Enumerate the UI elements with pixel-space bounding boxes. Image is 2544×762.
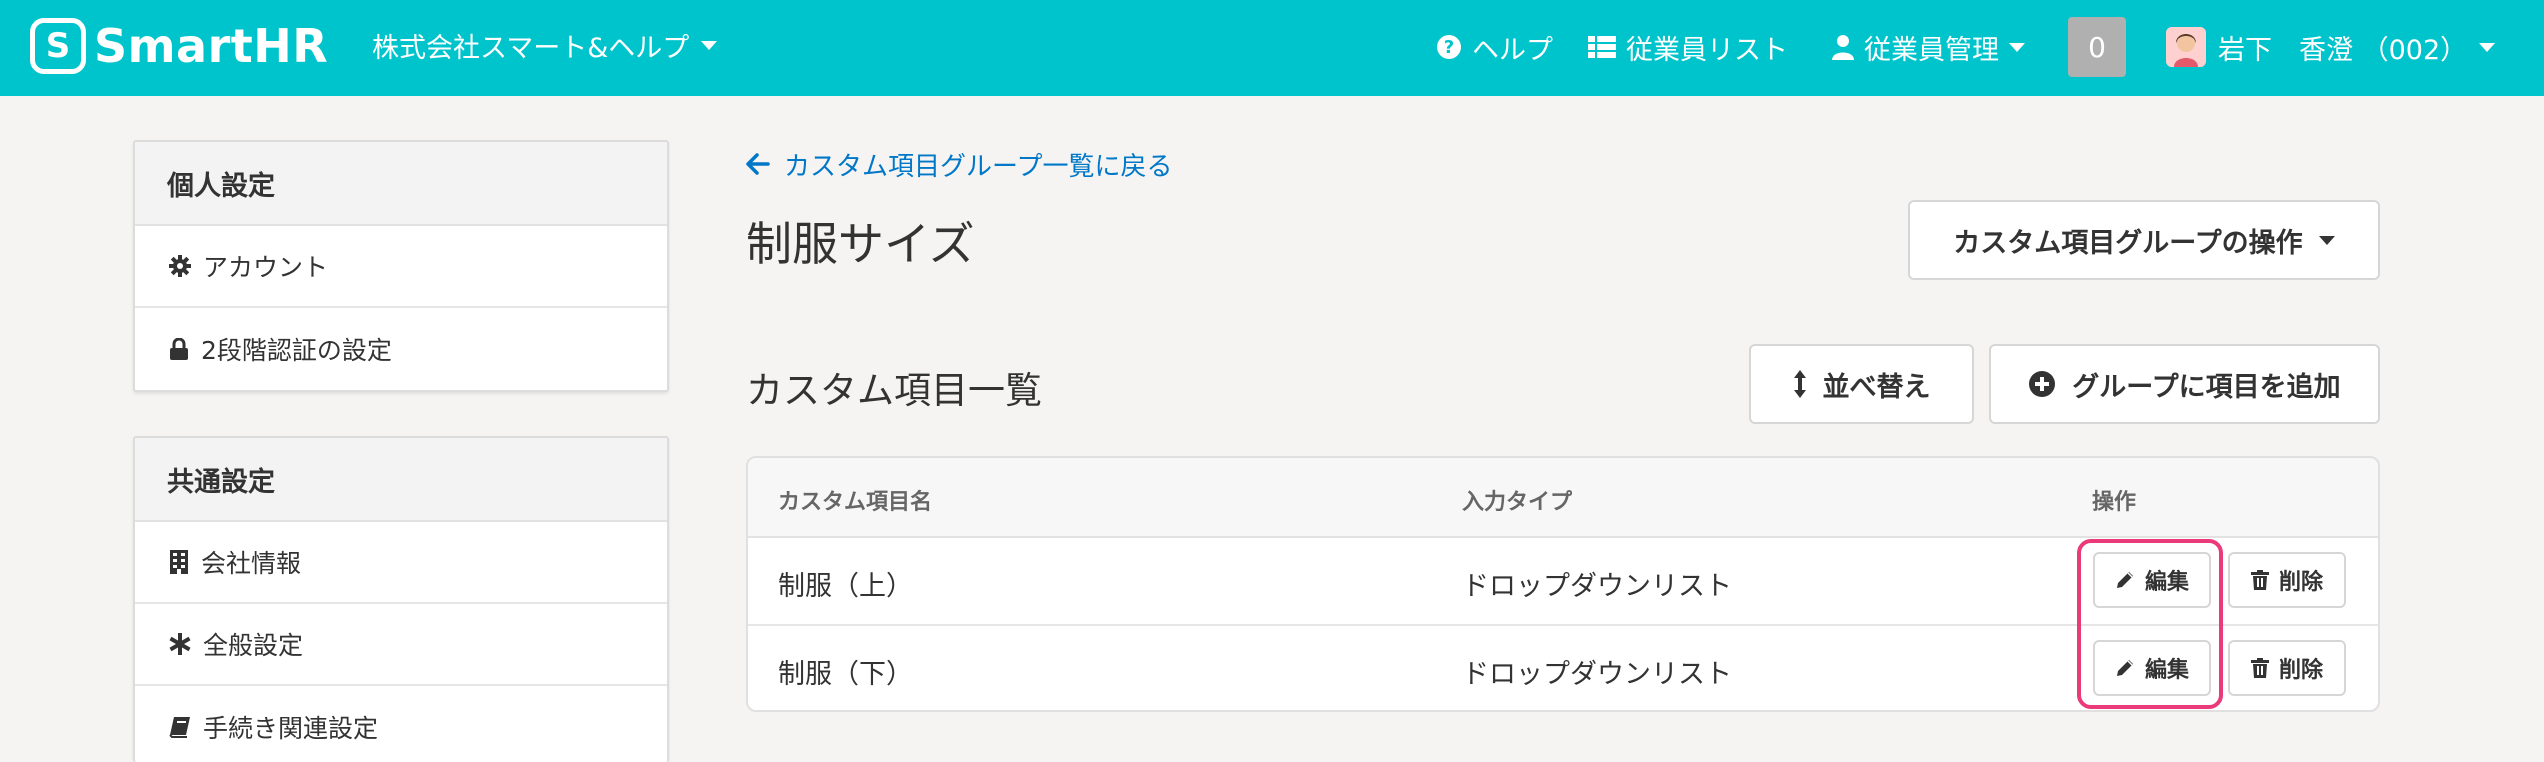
arrow-left-icon (746, 153, 770, 175)
book-icon (169, 717, 190, 738)
back-link-label: カスタム項目グループ一覧に戻る (784, 151, 1173, 182)
logo-mark-icon: S (30, 18, 86, 74)
table-row: 制服（下） ドロップダウンリスト 編集 削除 (748, 626, 2378, 710)
delete-label: 削除 (2278, 570, 2323, 595)
caret-down-icon (2318, 235, 2335, 245)
logo-text: SmartHR (94, 19, 329, 73)
question-circle-icon: ? (1437, 35, 1461, 59)
building-icon (170, 550, 188, 574)
plus-circle-icon (2029, 371, 2056, 397)
pencil-icon (2116, 572, 2133, 588)
edit-button[interactable]: 編集 (2093, 640, 2211, 696)
add-item-button-label: グループに項目を追加 (2072, 371, 2341, 403)
user-name: 岩下 香澄 （002） (2218, 34, 2468, 66)
common-settings-title: 共通設定 (135, 438, 667, 522)
nav-help-link[interactable]: ? ヘルプ (1436, 22, 1553, 72)
asterisk-icon (169, 633, 191, 655)
edit-button[interactable]: 編集 (2093, 552, 2211, 608)
caret-down-icon (701, 41, 718, 50)
column-header-type: 入力タイプ (1462, 490, 1573, 515)
common-settings-panel: 共通設定 会社情報 全般設定 手続き関連設定 (133, 436, 669, 762)
sidebar-item-label: 全般設定 (203, 631, 304, 660)
edit-label: 編集 (2144, 658, 2189, 683)
avatar (2166, 27, 2206, 67)
table-header: カスタム項目名 入力タイプ 操作 (748, 458, 2378, 538)
sidebar-item-two-factor[interactable]: 2段階認証の設定 (135, 308, 667, 390)
user-icon (1832, 35, 1854, 60)
group-operations-label: カスタム項目グループの操作 (1953, 227, 2303, 259)
nav-help-label: ヘルプ (1472, 34, 1553, 66)
delete-button[interactable]: 削除 (2228, 640, 2346, 696)
custom-items-table: カスタム項目名 入力タイプ 操作 制服（上） ドロップダウンリスト 編集 削除 … (746, 456, 2380, 712)
list-icon (1588, 36, 1616, 58)
delete-button[interactable]: 削除 (2228, 552, 2346, 608)
sidebar-item-company-info[interactable]: 会社情報 (135, 522, 667, 604)
company-selector[interactable]: 株式会社スマート&ヘルプ (372, 26, 718, 65)
sidebar-item-label: アカウント (203, 253, 329, 282)
notification-badge[interactable]: 0 (2068, 17, 2126, 77)
personal-settings-title: 個人設定 (135, 142, 667, 226)
item-name: 制服（下） (778, 659, 913, 690)
edit-label: 編集 (2144, 570, 2189, 595)
item-type: ドロップダウンリスト (1462, 659, 1732, 690)
delete-label: 削除 (2278, 658, 2323, 683)
trash-icon (2250, 658, 2269, 678)
sidebar-item-account[interactable]: アカウント (135, 226, 667, 308)
trash-icon (2250, 570, 2269, 590)
caret-down-icon (2009, 42, 2025, 52)
section-title: カスタム項目一覧 (746, 369, 1042, 412)
caret-down-icon (2479, 42, 2496, 52)
pencil-icon (2116, 660, 2133, 676)
nav-employee-mgmt-menu[interactable]: 従業員管理 (1832, 22, 2025, 72)
back-to-group-list-link[interactable]: カスタム項目グループ一覧に戻る (746, 146, 1172, 182)
sidebar-item-label: 手続き関連設定 (203, 714, 379, 743)
gear-icon (169, 255, 191, 277)
add-item-button[interactable]: グループに項目を追加 (1989, 344, 2380, 424)
table-row: 制服（上） ドロップダウンリスト 編集 削除 (748, 538, 2378, 626)
avatar-person-icon (2166, 27, 2206, 67)
company-name: 株式会社スマート&ヘルプ (372, 33, 690, 64)
column-header-actions: 操作 (2092, 490, 2137, 515)
personal-settings-panel: 個人設定 アカウント 2段階認証の設定 (133, 140, 669, 392)
column-header-name: カスタム項目名 (778, 490, 933, 515)
sidebar-item-procedure-settings[interactable]: 手続き関連設定 (135, 686, 667, 762)
sort-button-label: 並べ替え (1822, 371, 1931, 403)
group-operations-button[interactable]: カスタム項目グループの操作 (1908, 200, 2380, 280)
sidebar-item-label: 会社情報 (201, 549, 302, 578)
nav-employee-list-label: 従業員リスト (1626, 34, 1788, 66)
sidebar-item-label: 2段階認証の設定 (201, 336, 392, 365)
item-type: ドロップダウンリスト (1462, 571, 1732, 602)
svg-text:?: ? (1444, 37, 1454, 58)
nav-employee-list-link[interactable]: 従業員リスト (1588, 22, 1788, 72)
nav-employee-mgmt-label: 従業員管理 (1864, 34, 1999, 66)
item-name: 制服（上） (778, 571, 913, 602)
smarthr-logo[interactable]: S SmartHR (30, 18, 328, 74)
lock-icon (170, 338, 188, 360)
sidebar-item-general-settings[interactable]: 全般設定 (135, 604, 667, 686)
page-title: 制服サイズ (746, 217, 975, 271)
sort-button[interactable]: 並べ替え (1749, 344, 1974, 424)
sort-vertical-icon (1793, 370, 1806, 398)
top-header-bar: S SmartHR 株式会社スマート&ヘルプ ? ヘルプ 従業員リスト 従業員管… (0, 0, 2544, 96)
user-menu[interactable]: 岩下 香澄 （002） (2166, 22, 2496, 72)
